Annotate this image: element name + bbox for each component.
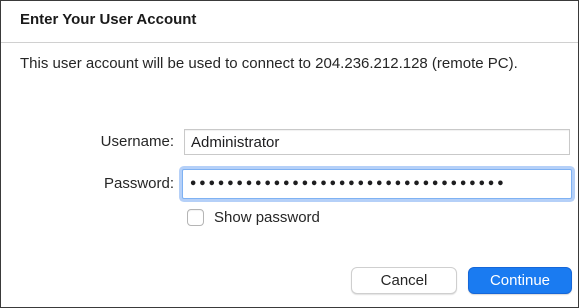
password-field[interactable] bbox=[182, 169, 572, 199]
title-separator bbox=[1, 42, 578, 43]
dialog-message: This user account will be used to connec… bbox=[20, 55, 518, 72]
dialog-title: Enter Your User Account bbox=[20, 11, 197, 28]
password-label: Password: bbox=[103, 175, 174, 192]
show-password-label[interactable]: Show password bbox=[214, 209, 320, 226]
show-password-option[interactable]: Show password bbox=[187, 205, 320, 229]
continue-button[interactable]: Continue bbox=[468, 267, 572, 294]
show-password-checkbox[interactable] bbox=[187, 208, 204, 226]
username-field[interactable] bbox=[184, 129, 570, 155]
login-dialog: Enter Your User Account This user accoun… bbox=[0, 0, 579, 308]
cancel-button[interactable]: Cancel bbox=[351, 267, 457, 294]
username-label: Username: bbox=[100, 133, 174, 150]
